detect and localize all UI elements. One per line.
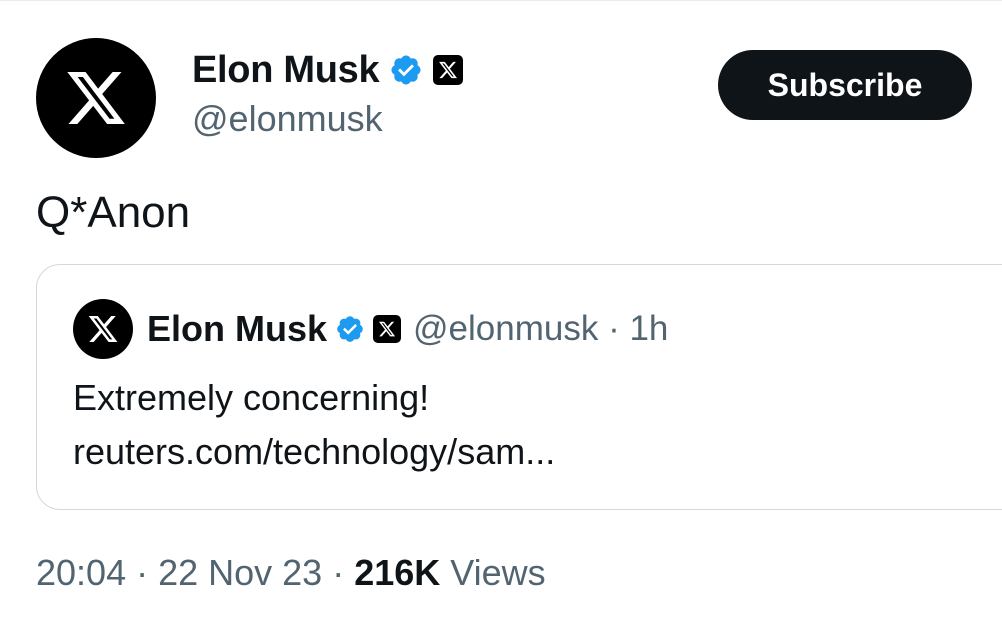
- footer-separator: ·: [126, 552, 159, 593]
- verified-badge-icon[interactable]: [335, 314, 365, 344]
- quoted-author-name[interactable]: Elon Musk: [147, 308, 327, 350]
- tweet-date[interactable]: 22 Nov 23: [158, 552, 322, 594]
- quoted-tweet-time[interactable]: 1h: [629, 309, 668, 348]
- tweet-time[interactable]: 20:04: [36, 552, 126, 594]
- x-affiliate-badge-icon[interactable]: [433, 55, 464, 85]
- quoted-tweet-meta: @elonmusk · 1h: [413, 309, 668, 349]
- quoted-tweet-header: Elon Musk @elonmusk · 1h: [147, 305, 668, 353]
- x-logo-icon: [67, 72, 125, 124]
- subscribe-button[interactable]: Subscribe: [718, 50, 972, 120]
- meta-separator: ·: [598, 309, 630, 348]
- verified-badge-icon[interactable]: [389, 53, 423, 87]
- quoted-author-handle[interactable]: @elonmusk: [413, 309, 598, 348]
- quoted-author-avatar[interactable]: [73, 299, 133, 359]
- quoted-tweet-card[interactable]: Elon Musk @elonmusk · 1h Extremely conce…: [36, 264, 1002, 510]
- footer-separator: ·: [322, 552, 355, 593]
- views-count[interactable]: 216K: [354, 552, 440, 594]
- x-logo-icon: [88, 316, 118, 342]
- top-divider: [0, 0, 1002, 1]
- author-name[interactable]: Elon Musk: [192, 49, 380, 92]
- quoted-tweet-body: Extremely concerning! reuters.com/techno…: [73, 371, 555, 479]
- views-label: Views: [440, 552, 546, 593]
- tweet-text: Q*Anon: [36, 188, 191, 237]
- quoted-tweet-link[interactable]: reuters.com/technology/sam...: [73, 425, 555, 479]
- author-name-row: Elon Musk: [192, 44, 464, 96]
- author-handle[interactable]: @elonmusk: [192, 98, 383, 140]
- tweet-footer: 20:04 · 22 Nov 23 · 216K Views: [36, 552, 546, 594]
- author-avatar[interactable]: [36, 38, 156, 158]
- quoted-tweet-line: Extremely concerning!: [73, 377, 430, 418]
- x-affiliate-badge-icon[interactable]: [373, 315, 402, 343]
